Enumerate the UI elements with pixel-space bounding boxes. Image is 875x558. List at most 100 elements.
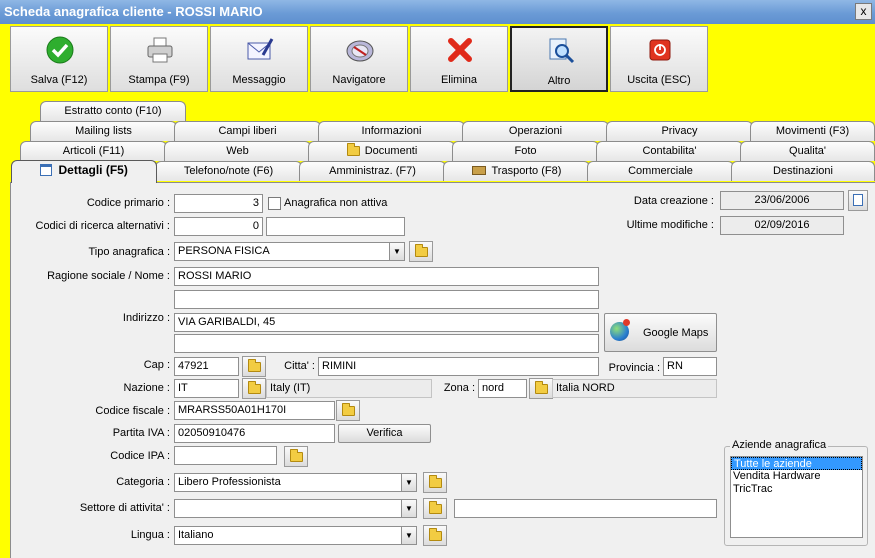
tab-qualita[interactable]: Qualita' (740, 141, 875, 161)
other-button[interactable]: Altro (510, 26, 608, 92)
save-button[interactable]: Salva (F12) (10, 26, 108, 92)
codici-ricerca-label: Codici di ricerca alternativi : (35, 220, 171, 232)
tab-amministrazione[interactable]: Amministraz. (F7) (299, 161, 446, 181)
settore-select[interactable]: ▼ (174, 499, 417, 518)
ultime-modifiche-label: Ultime modifiche : (626, 219, 714, 231)
cap-folder-button[interactable] (242, 356, 266, 377)
nazione-field[interactable]: IT (174, 379, 239, 398)
settore-note-field[interactable] (454, 499, 717, 518)
partita-iva-label: Partita IVA : (112, 427, 170, 439)
chevron-down-icon[interactable]: ▼ (389, 243, 404, 260)
red-dot-icon (623, 319, 630, 326)
tab-documenti[interactable]: Documenti (308, 141, 455, 161)
delete-label: Elimina (440, 74, 478, 86)
chevron-down-icon[interactable]: ▼ (401, 527, 416, 544)
citta-field[interactable]: RIMINI (318, 357, 599, 376)
tipo-anagrafica-folder-button[interactable] (409, 241, 433, 262)
categoria-folder-button[interactable] (423, 472, 447, 493)
tab-privacy[interactable]: Privacy (606, 121, 753, 141)
verifica-button[interactable]: Verifica (338, 424, 431, 443)
provincia-field[interactable]: RN (663, 357, 717, 376)
tab-contabilita[interactable]: Contabilita' (596, 141, 743, 161)
nazione-folder-button[interactable] (242, 378, 266, 399)
close-window-button[interactable]: x (855, 3, 872, 20)
codice-primario-field[interactable]: 3 (174, 194, 263, 213)
provincia-label: Provincia : (608, 362, 660, 374)
compass-icon (346, 40, 374, 62)
tab-movimenti[interactable]: Movimenti (F3) (750, 121, 875, 141)
tab-telefono-note[interactable]: Telefono/note (F6) (155, 161, 302, 181)
tab-trasporto-label: Trasporto (F8) (491, 165, 562, 177)
tab-campi-liberi[interactable]: Campi liberi (174, 121, 321, 141)
codici-ricerca-field-2[interactable] (266, 217, 405, 236)
nazione-description: Italy (IT) (266, 379, 432, 398)
list-item[interactable]: Tutte le aziende (731, 457, 862, 470)
tab-foto[interactable]: Foto (452, 141, 599, 161)
list-item[interactable]: Vendita Hardware (731, 470, 862, 483)
codice-fiscale-field[interactable]: MRARSS50A01H170I (174, 401, 335, 420)
tab-estratto-conto[interactable]: Estratto conto (F10) (40, 101, 186, 121)
indirizzo-label: Indirizzo : (122, 312, 170, 324)
indirizzo-field[interactable]: VIA GARIBALDI, 45 (174, 313, 599, 332)
ragione-sociale-label: Ragione sociale / Nome : (47, 270, 170, 282)
tab-articoli[interactable]: Articoli (F11) (20, 141, 167, 161)
zona-folder-button[interactable] (529, 378, 553, 399)
power-icon (649, 39, 671, 61)
print-button[interactable]: Stampa (F9) (110, 26, 208, 92)
tab-commerciale[interactable]: Commerciale (587, 161, 734, 181)
tab-trasporto[interactable]: Trasporto (F8) (443, 161, 590, 181)
tab-dettagli[interactable]: Dettagli (F5) (11, 160, 157, 183)
folder-icon (415, 244, 428, 257)
tab-informazioni[interactable]: Informazioni (318, 121, 465, 141)
tab-web[interactable]: Web (164, 141, 311, 161)
ultime-modifiche-field: 02/09/2016 (720, 216, 844, 235)
google-maps-button[interactable]: Google Maps (604, 313, 717, 352)
anagrafica-non-attiva-checkbox[interactable] (268, 197, 281, 210)
window-title-bar: Scheda anagrafica cliente - ROSSI MARIO (0, 0, 875, 24)
data-creazione-label: Data creazione : (633, 195, 714, 207)
chevron-down-icon[interactable]: ▼ (401, 474, 416, 491)
cap-field[interactable]: 47921 (174, 357, 239, 376)
folder-icon (429, 528, 442, 541)
indirizzo-field-2[interactable] (174, 334, 599, 353)
tipo-anagrafica-select[interactable]: PERSONA FISICA ▼ (174, 242, 405, 261)
tab-destinazioni[interactable]: Destinazioni (731, 161, 875, 181)
tab-mailing-lists[interactable]: Mailing lists (30, 121, 177, 141)
tab-dettagli-label: Dettagli (F5) (58, 163, 128, 177)
chevron-down-icon[interactable]: ▼ (401, 500, 416, 517)
tab-operazioni[interactable]: Operazioni (462, 121, 609, 141)
delete-button[interactable]: Elimina (410, 26, 508, 92)
partita-iva-field[interactable]: 02050910476 (174, 424, 335, 443)
navigator-button[interactable]: Navigatore (310, 26, 408, 92)
list-item[interactable]: TricTrac (731, 483, 862, 496)
exit-button[interactable]: Uscita (ESC) (610, 26, 708, 92)
red-x-icon (448, 38, 472, 62)
cap-label: Cap : (143, 359, 170, 371)
lingua-select[interactable]: Italiano ▼ (174, 526, 417, 545)
aziende-list[interactable]: Tutte le aziende Vendita Hardware TricTr… (730, 456, 863, 538)
truck-icon (471, 166, 486, 175)
ragione-sociale-field[interactable]: ROSSI MARIO (174, 267, 599, 286)
folder-icon (342, 403, 355, 416)
codice-ipa-field[interactable] (174, 446, 277, 465)
zona-field[interactable]: nord (478, 379, 527, 398)
codici-ricerca-field[interactable]: 0 (174, 217, 263, 236)
data-creazione-field: 23/06/2006 (720, 191, 844, 210)
ragione-sociale-field-2[interactable] (174, 290, 599, 309)
categoria-select[interactable]: Libero Professionista ▼ (174, 473, 417, 492)
settore-folder-button[interactable] (423, 498, 447, 519)
tipo-anagrafica-value: PERSONA FISICA (178, 245, 270, 257)
codice-ipa-label: Codice IPA : (110, 450, 170, 462)
codice-ipa-folder-button[interactable] (284, 446, 308, 467)
codice-primario-label: Codice primario : (86, 197, 170, 209)
anagrafica-non-attiva-label: Anagrafica non attiva (284, 197, 388, 209)
envelope-pen-icon (247, 38, 274, 60)
zona-label: Zona : (443, 382, 475, 394)
print-label: Stampa (F9) (128, 74, 190, 86)
message-button[interactable]: Messaggio (210, 26, 308, 92)
lingua-folder-button[interactable] (423, 525, 447, 546)
other-label: Altro (547, 75, 571, 87)
codice-fiscale-folder-button[interactable] (336, 400, 360, 421)
form-icon (40, 164, 53, 176)
history-button[interactable] (848, 190, 868, 211)
